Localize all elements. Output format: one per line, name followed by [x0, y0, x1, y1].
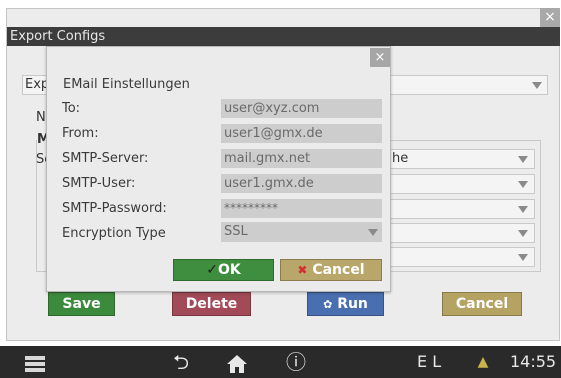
inner-close-button[interactable]: ×	[370, 48, 390, 67]
chevron-down-icon[interactable]	[518, 156, 528, 163]
chevron-down-icon[interactable]	[518, 206, 528, 213]
option-select-3[interactable]	[385, 199, 535, 219]
chevron-down-icon[interactable]	[518, 230, 528, 237]
to-label: To:	[62, 101, 81, 116]
to-field[interactable]: user@xyz.com	[221, 99, 382, 118]
gear-icon: ✿	[323, 298, 333, 311]
smtp-password-field[interactable]: *********	[221, 199, 382, 218]
save-button[interactable]: Save	[48, 292, 115, 316]
checkmark-icon: ✓	[206, 262, 218, 278]
keyboard-layout-indicator: E L	[417, 352, 442, 371]
smtp-user-field[interactable]: user1.gmx.de	[221, 174, 382, 193]
option-select-4[interactable]	[385, 223, 535, 243]
server-select-value: he	[392, 151, 409, 166]
chevron-down-icon[interactable]	[368, 229, 378, 236]
close-icon: ×	[374, 50, 386, 65]
email-cancel-button[interactable]: ✖ Cancel	[280, 259, 382, 281]
chevron-down-icon[interactable]	[518, 181, 528, 188]
option-select-2[interactable]	[385, 174, 535, 194]
outer-close-button[interactable]: ×	[540, 8, 560, 27]
ok-button[interactable]: ✓OK	[173, 259, 274, 281]
chevron-down-icon[interactable]	[518, 254, 528, 261]
from-label: From:	[62, 126, 99, 141]
x-mark-icon: ✖	[297, 263, 308, 277]
info-icon[interactable]: ⓘ	[283, 346, 309, 378]
smtp-server-field[interactable]: mail.gmx.net	[221, 149, 382, 168]
back-icon[interactable]: ⮌	[168, 346, 194, 378]
run-button[interactable]: ✿ Run	[307, 292, 384, 316]
smtp-password-label: SMTP-Password:	[62, 201, 167, 216]
cancel-button[interactable]: Cancel	[442, 292, 522, 316]
smtp-user-label: SMTP-User:	[62, 176, 136, 191]
encryption-type-select[interactable]: SSL	[221, 222, 382, 242]
ok-label: OK	[217, 262, 241, 278]
clock: 14:55	[510, 352, 557, 371]
delete-button[interactable]: Delete	[172, 292, 251, 316]
option-select-5[interactable]	[385, 247, 535, 267]
chevron-down-icon	[532, 82, 542, 89]
menu-icon[interactable]	[22, 346, 48, 378]
home-icon[interactable]	[224, 346, 250, 378]
outer-dialog-title: Export Configs	[10, 29, 106, 44]
close-icon: ×	[544, 9, 556, 25]
from-field[interactable]: user1@gmx.de	[221, 124, 382, 143]
email-cancel-label: Cancel	[312, 262, 365, 278]
warning-icon[interactable]: ▲	[474, 346, 492, 378]
config-select-arrow[interactable]	[528, 77, 546, 93]
encryption-type-label: Encryption Type	[62, 226, 166, 241]
smtp-server-label: SMTP-Server:	[62, 151, 149, 166]
email-dialog-title: EMail Einstellungen	[63, 77, 190, 92]
run-label: Run	[337, 296, 368, 312]
